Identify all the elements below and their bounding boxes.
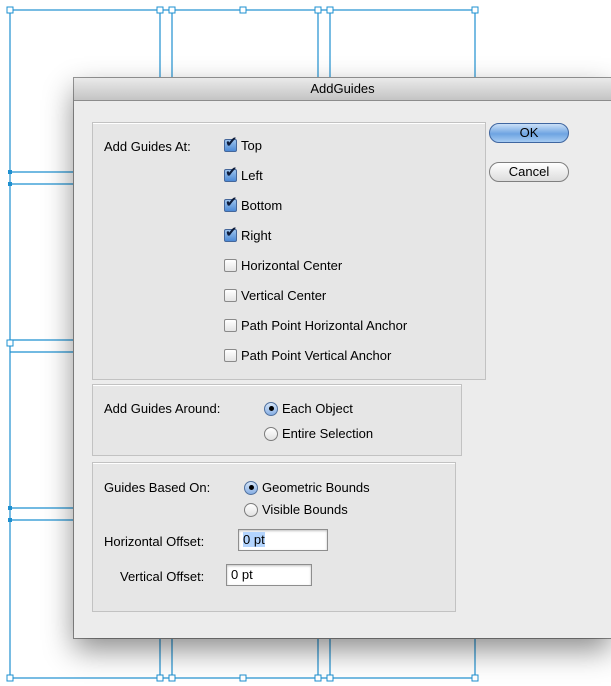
radio-label: Visible Bounds [262, 502, 348, 517]
radio-visible-bounds[interactable]: Visible Bounds [244, 502, 348, 517]
checkbox-icon [224, 289, 237, 302]
radio-entire-selection[interactable]: Entire Selection [264, 426, 373, 441]
checkbox-label: Left [241, 168, 263, 183]
checkbox-horizontal-center[interactable]: Horizontal Center [224, 258, 342, 273]
radio-label: Each Object [282, 401, 353, 416]
radio-label: Entire Selection [282, 426, 374, 441]
checkbox-left[interactable]: ✔ Left [224, 164, 263, 183]
checkbox-icon: ✔ [224, 164, 238, 182]
checkbox-label: Path Point Vertical Anchor [241, 348, 392, 363]
checkbox-vertical-center[interactable]: Vertical Center [224, 288, 326, 303]
checkbox-label: Top [241, 138, 262, 153]
radio-label: Geometric Bounds [262, 480, 370, 495]
add-guides-dialog: AddGuides Add Guides At: ✔ Top ✔ Left ✔ … [74, 78, 611, 638]
horizontal-offset-label: Horizontal Offset: [104, 534, 205, 549]
checkbox-icon: ✔ [224, 224, 238, 242]
dialog-title: AddGuides [74, 78, 611, 101]
vertical-offset-field[interactable]: 0 pt [226, 564, 312, 586]
checkbox-label: Right [241, 228, 272, 243]
radio-icon [264, 426, 278, 441]
add-guides-around-label: Add Guides Around: [104, 401, 221, 416]
add-guides-at-group [92, 122, 486, 380]
cancel-button[interactable]: Cancel [489, 162, 569, 182]
checkbox-right[interactable]: ✔ Right [224, 224, 272, 243]
horizontal-offset-field[interactable]: 0 pt [238, 529, 328, 551]
checkbox-bottom[interactable]: ✔ Bottom [224, 194, 283, 213]
checkbox-icon: ✔ [224, 194, 238, 212]
ok-button[interactable]: OK [489, 123, 569, 143]
radio-icon [244, 480, 258, 495]
checkbox-icon: ✔ [224, 134, 238, 152]
checkbox-icon [224, 259, 237, 272]
radio-geometric-bounds[interactable]: Geometric Bounds [244, 480, 370, 495]
checkbox-label: Bottom [241, 198, 283, 213]
checkbox-path-point-vertical-anchor[interactable]: Path Point Vertical Anchor [224, 348, 391, 363]
checkbox-label: Path Point Horizontal Anchor [241, 318, 408, 333]
radio-icon [264, 401, 278, 416]
checkbox-label: Vertical Center [241, 288, 327, 303]
radio-icon [244, 502, 258, 517]
checkbox-path-point-horizontal-anchor[interactable]: Path Point Horizontal Anchor [224, 318, 407, 333]
vertical-offset-label: Vertical Offset: [120, 569, 205, 584]
vertical-offset-value: 0 pt [231, 567, 253, 582]
checkbox-icon [224, 349, 237, 362]
radio-each-object[interactable]: Each Object [264, 401, 353, 416]
checkbox-label: Horizontal Center [241, 258, 343, 273]
guides-based-on-label: Guides Based On: [104, 480, 211, 495]
add-guides-at-label: Add Guides At: [104, 139, 191, 154]
checkbox-top[interactable]: ✔ Top [224, 134, 262, 153]
add-guides-around-group [92, 384, 462, 456]
horizontal-offset-value: 0 pt [243, 532, 265, 547]
checkbox-icon [224, 319, 237, 332]
